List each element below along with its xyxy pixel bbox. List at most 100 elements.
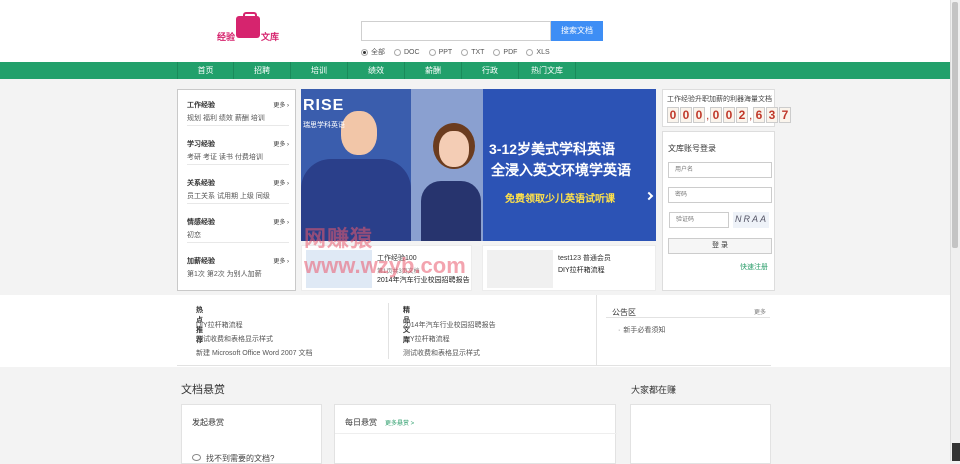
- recommend-section: 热点推荐 DIY拉杆箱流程 测试收费和表格显示样式 新建 Microsoft O…: [0, 295, 950, 367]
- radio-icon: [493, 48, 501, 56]
- filter-txt[interactable]: TXT: [461, 47, 484, 57]
- more-link[interactable]: 更多 ›: [273, 217, 289, 226]
- category-title[interactable]: 关系经验: [187, 178, 215, 188]
- list-item[interactable]: DIY拉杆箱流程: [403, 334, 450, 344]
- category-group: 情感经验 更多 › 初恋: [187, 207, 289, 243]
- box-title: 每日悬赏: [345, 418, 377, 427]
- category-links[interactable]: 员工关系 试用期 上级 同级: [187, 191, 270, 201]
- speech-bubble-icon: [192, 454, 201, 461]
- list-item[interactable]: 2014年汽车行业校园招聘报告: [403, 320, 496, 330]
- teacher-face: [341, 111, 377, 155]
- login-title: 文库账号登录: [668, 144, 716, 153]
- category-title[interactable]: 学习经验: [187, 139, 215, 149]
- counter-digit: 0: [680, 107, 692, 123]
- search-button[interactable]: 搜索文档: [551, 21, 603, 41]
- divider: [596, 295, 597, 365]
- banner-brand-sub: 瑞思学科英语: [303, 122, 345, 129]
- radio-icon: [461, 48, 469, 56]
- child-face: [439, 131, 469, 167]
- watermark-text: 网赚猿: [304, 226, 374, 251]
- ad-banner[interactable]: RISE 瑞思学科英语 3-12岁美式学科英语 全浸入英文环境学英语 免费领取少…: [301, 89, 656, 241]
- list-item[interactable]: 测试收费和表格显示样式: [403, 348, 480, 358]
- category-links[interactable]: 考研 考证 读书 付费培训: [187, 152, 263, 162]
- list-item[interactable]: 新建 Microsoft Office Word 2007 文档: [196, 348, 312, 358]
- nav-performance[interactable]: 绩效: [348, 62, 405, 79]
- category-title[interactable]: 工作经验: [187, 100, 215, 110]
- category-panel: 工作经验 更多 › 规划 福利 绩效 薪酬 培训 学习经验 更多 › 考研 考证…: [177, 89, 296, 291]
- nav-hot-library[interactable]: 热门文库: [519, 62, 576, 79]
- site-logo[interactable]: 经验 文库: [216, 12, 282, 42]
- reward-section-title: 文档悬赏: [181, 384, 225, 396]
- nav-recruit[interactable]: 招聘: [234, 62, 291, 79]
- filter-doc[interactable]: DOC: [394, 47, 420, 57]
- counter-digit: 0: [693, 107, 705, 123]
- counter-digit: 3: [766, 107, 778, 123]
- counter-caption: 工作经验升职加薪的利器海量文档: [667, 96, 772, 103]
- logo-text-left: 经验: [217, 32, 236, 42]
- register-link[interactable]: 快速注册: [740, 262, 768, 272]
- more-link[interactable]: 更多 ›: [273, 178, 289, 187]
- doc-desc: DIY拉杆箱流程: [558, 267, 605, 274]
- counter-digit: 2: [736, 107, 748, 123]
- category-group: 关系经验 更多 › 员工关系 试用期 上级 同级: [187, 168, 289, 204]
- radio-icon: [428, 48, 436, 56]
- doc-card[interactable]: test123 普通会员 DIY拉杆箱流程: [482, 245, 656, 291]
- doc-counter: 工作经验升职加薪的利器海量文档 0 0 0 , 0 0 2 , 6 3 7: [662, 89, 791, 127]
- captcha-image[interactable]: NRAA: [733, 212, 769, 228]
- radio-icon: [526, 48, 534, 56]
- more-rewards-link[interactable]: 更多悬赏 >: [385, 418, 414, 427]
- list-item[interactable]: 测试收费和表格显示样式: [196, 334, 273, 344]
- banner-headline: 3-12岁美式学科英语: [489, 141, 616, 157]
- category-group: 工作经验 更多 › 规划 福利 绩效 薪酬 培训: [187, 90, 289, 126]
- box-title: 发起悬赏: [192, 418, 224, 427]
- earn-section-title: 大家都在赚: [631, 385, 677, 395]
- category-links[interactable]: 第1次 第2次 为别人加薪: [187, 269, 262, 279]
- password-field[interactable]: [668, 187, 772, 203]
- nav-training[interactable]: 培训: [291, 62, 348, 79]
- counter-digit: 0: [710, 107, 722, 123]
- category-group: 学习经验 更多 › 考研 考证 读书 付费培训: [187, 129, 289, 165]
- nav-salary[interactable]: 薪酬: [405, 62, 462, 79]
- category-title[interactable]: 情感经验: [187, 217, 215, 227]
- banner-cta[interactable]: 免费领取少儿英语试听课: [505, 190, 615, 205]
- child-figure: [421, 181, 481, 241]
- daily-reward-box: 每日悬赏 更多悬赏 >: [334, 404, 617, 464]
- more-link[interactable]: 更多 ›: [273, 139, 289, 148]
- user-avatar: [487, 250, 553, 288]
- username-field[interactable]: [668, 162, 772, 178]
- filter-pdf[interactable]: PDF: [493, 47, 517, 57]
- nav-admin[interactable]: 行政: [462, 62, 519, 79]
- search-input[interactable]: [361, 21, 551, 41]
- category-links[interactable]: 规划 福利 绩效 薪酬 培训: [187, 113, 265, 123]
- category-title[interactable]: 加薪经验: [187, 256, 215, 266]
- watermark-url: www.wzyb.com: [304, 253, 466, 278]
- more-link[interactable]: 更多 ›: [273, 256, 289, 265]
- create-reward-box: 发起悬赏 找不到需要的文档?: [181, 404, 322, 464]
- nav-home[interactable]: 首页: [177, 62, 234, 79]
- counter-digit: 7: [779, 107, 791, 123]
- login-panel: 文库账号登录 NRAA 登 录 快速注册: [662, 131, 775, 291]
- banner-brand: RISE: [303, 97, 345, 114]
- list-item[interactable]: DIY拉杆箱流程: [196, 320, 243, 330]
- filter-all[interactable]: 全部: [361, 47, 385, 57]
- captcha-field[interactable]: [669, 212, 729, 228]
- counter-digits: 0 0 0 , 0 0 2 , 6 3 7: [667, 107, 792, 123]
- banner-subheadline: 全浸入英文环境学英语: [491, 162, 631, 178]
- notice-more-link[interactable]: 更多: [754, 307, 766, 316]
- briefcase-icon: [236, 12, 260, 38]
- filter-xls[interactable]: XLS: [526, 47, 550, 57]
- radio-icon: [361, 48, 368, 56]
- more-link[interactable]: 更多 ›: [273, 100, 289, 109]
- header: 经验 文库 搜索文档 全部 DOC PPT TXT PDF XLS: [0, 0, 950, 62]
- filter-ppt[interactable]: PPT: [428, 47, 452, 57]
- notice-item[interactable]: 新手必看须知: [618, 325, 665, 335]
- counter-digit: 0: [723, 107, 735, 123]
- counter-digit: 0: [667, 107, 679, 123]
- logo-text-right: 文库: [261, 32, 280, 42]
- window-corner: [952, 443, 960, 461]
- category-links[interactable]: 初恋: [187, 230, 201, 240]
- scrollbar-thumb[interactable]: [952, 2, 958, 248]
- login-button[interactable]: 登 录: [668, 238, 772, 254]
- reward-question[interactable]: 找不到需要的文档?: [206, 453, 274, 464]
- divider: [335, 433, 617, 434]
